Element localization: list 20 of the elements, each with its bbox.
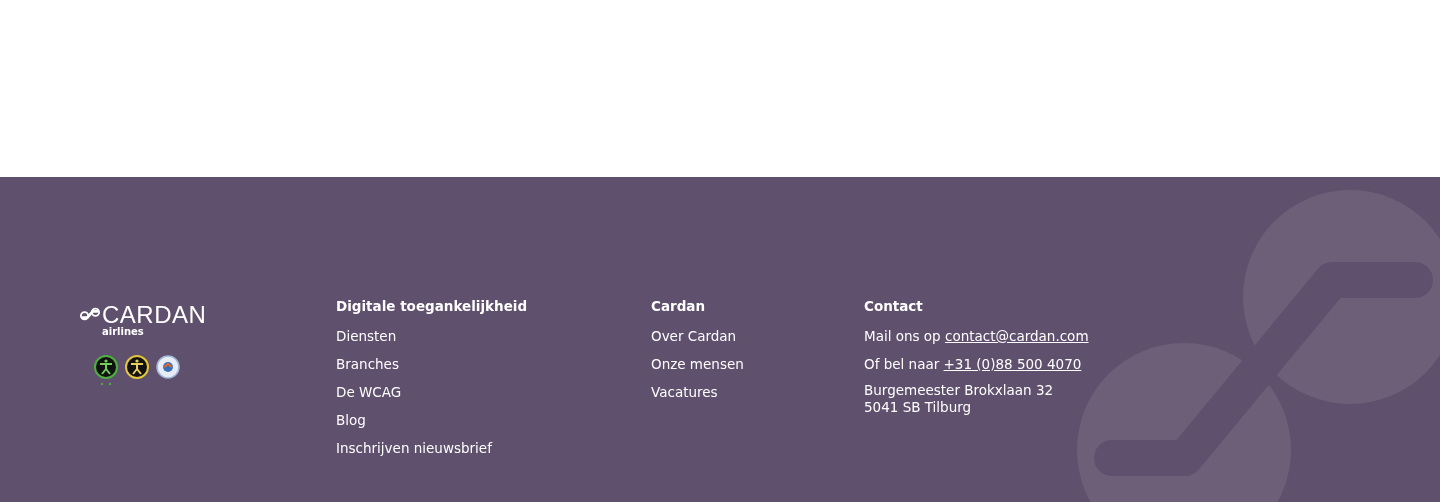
address-text: Burgemeester Brokxlaan 32 5041 SB Tilburg (864, 382, 1054, 416)
contact-line: Mail ons op contact@cardan.com (864, 327, 1089, 346)
footer-link[interactable]: Diensten (336, 322, 397, 350)
brand-subtitle: airlines (102, 326, 144, 337)
logo-icon (80, 307, 100, 321)
footer-link[interactable]: Onze mensen (651, 350, 744, 378)
footer-link[interactable]: Over Cardan (651, 322, 737, 350)
footer-link[interactable]: Branches (336, 350, 399, 378)
column-heading: Cardan (651, 297, 706, 315)
footer-link[interactable]: Inschrijven nieuwsbrief (336, 434, 492, 462)
footer-link[interactable]: Blog (336, 406, 366, 434)
footer-link[interactable]: De WCAG (336, 378, 402, 406)
footer-link[interactable]: Vacatures (651, 378, 718, 406)
column-heading: Digitale toegankelijkheid (336, 297, 528, 315)
contact-link[interactable]: +31 (0)88 500 4070 (943, 356, 1082, 372)
brand-name: CARDAN (102, 304, 207, 326)
accessibility-badge-icon (93, 355, 119, 387)
contact-line: Of bel naar +31 (0)88 500 4070 (864, 355, 1082, 374)
column-heading: Contact (864, 297, 923, 315)
contact-link[interactable]: contact@cardan.com (945, 328, 1089, 344)
